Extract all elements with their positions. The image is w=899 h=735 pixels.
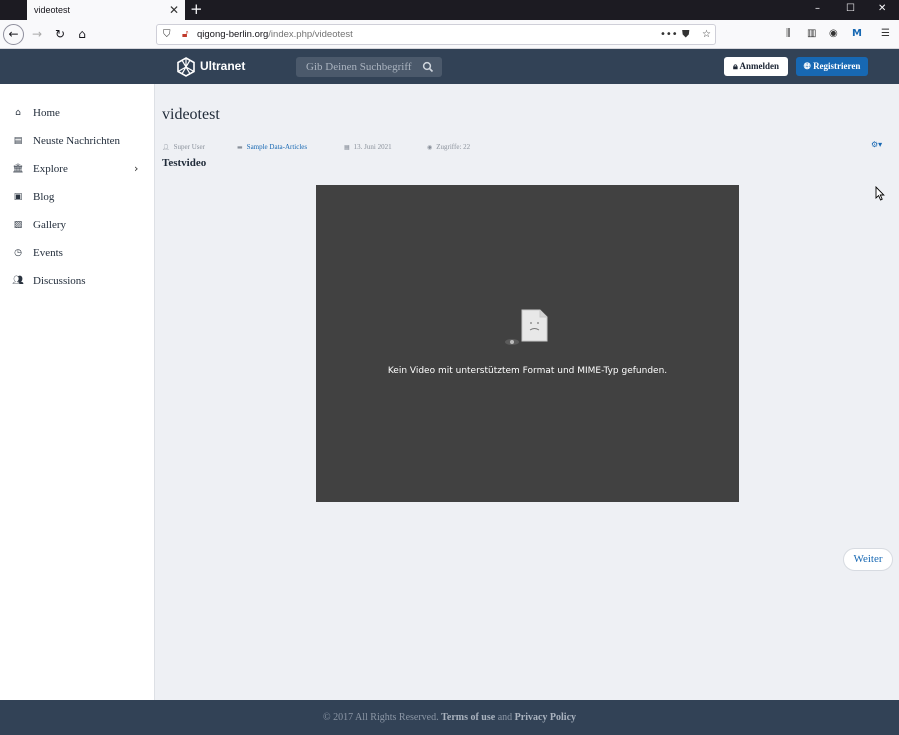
hits-count: Zugriffe: 22 bbox=[436, 143, 471, 151]
login-button[interactable]: 🔒︎ Anmelden bbox=[724, 57, 788, 76]
browser-toolbar: ← → ↻ ⌂ ⛉ 🔓︎ qigong-berlin.org/index.php… bbox=[0, 20, 899, 49]
lock-icon: 🔒︎ bbox=[732, 62, 738, 72]
meta-hits: ◉ Zugriffe: 22 bbox=[427, 142, 470, 153]
register-label: Registrieren bbox=[813, 61, 861, 71]
privacy-link[interactable]: Privacy Policy bbox=[515, 712, 576, 723]
search-icon[interactable] bbox=[422, 61, 434, 73]
meta-category: ▬ Sample Data-Articles bbox=[237, 142, 307, 153]
extension-icon[interactable]: M bbox=[852, 28, 862, 39]
ultranet-logo-icon[interactable] bbox=[176, 57, 196, 77]
url-host: qigong-berlin.org bbox=[197, 29, 269, 40]
brand-name[interactable]: Ultranet bbox=[200, 58, 245, 75]
publish-date: 13. Juni 2021 bbox=[353, 143, 392, 151]
search-input[interactable] bbox=[296, 57, 418, 77]
video-error-message: Kein Video mit unterstütztem Format und … bbox=[387, 366, 668, 376]
sidebar-item-news[interactable]: ▤ Neuste Nachrichten bbox=[0, 129, 154, 153]
mouse-cursor-icon bbox=[875, 186, 885, 201]
sidebar-item-blog[interactable]: ▣ Blog bbox=[0, 185, 154, 209]
sidebar-item-label: Home bbox=[33, 107, 60, 119]
blog-icon: ▣ bbox=[13, 192, 23, 202]
shield-icon[interactable]: ⛉ bbox=[163, 25, 171, 44]
account-icon[interactable]: ◉ bbox=[829, 28, 838, 39]
home-button[interactable]: ⌂ bbox=[72, 24, 92, 44]
next-button[interactable]: Weiter bbox=[843, 548, 893, 571]
meta-date: ▦ 13. Juni 2021 bbox=[344, 142, 392, 153]
site-header: Ultranet 🔒︎ Anmelden 🌐︎ Registrieren bbox=[0, 49, 899, 84]
site-footer: © 2017 All Rights Reserved. Terms of use… bbox=[0, 700, 899, 735]
article-options-gear-icon[interactable]: ⚙▾ bbox=[871, 140, 882, 149]
user-icon: 👤︎ bbox=[162, 144, 170, 151]
insecure-lock-icon[interactable]: 🔓︎ bbox=[182, 25, 188, 44]
sidebar-item-discussions[interactable]: 👥︎ Discussions bbox=[0, 269, 154, 293]
footer-and: and bbox=[497, 712, 513, 723]
url-bar[interactable]: ⛉ 🔓︎ qigong-berlin.org/index.php/videote… bbox=[156, 24, 716, 45]
page-title: videotest bbox=[162, 106, 220, 123]
close-window-button[interactable]: ✕ bbox=[878, 0, 886, 18]
bookmark-star-icon[interactable]: ☆ bbox=[702, 25, 711, 44]
url-path: /index.php/videotest bbox=[268, 29, 353, 40]
image-icon: ▨ bbox=[13, 220, 23, 230]
article-subtitle: Testvideo bbox=[162, 157, 207, 169]
minimize-button[interactable]: – bbox=[815, 0, 820, 18]
pocket-icon[interactable]: ⛊ bbox=[682, 25, 690, 44]
sidebar-item-explore[interactable]: 🏛︎ Explore › bbox=[0, 157, 154, 181]
globe-icon: 🌐︎ bbox=[803, 62, 811, 72]
reload-button[interactable]: ↻ bbox=[50, 24, 70, 44]
register-button[interactable]: 🌐︎ Registrieren bbox=[796, 57, 868, 76]
sidebar-item-label: Gallery bbox=[33, 219, 66, 231]
forward-button[interactable]: → bbox=[27, 24, 47, 44]
more-actions-icon[interactable]: ••• bbox=[660, 25, 678, 44]
folder-icon: ▬ bbox=[237, 144, 243, 151]
sidebar-item-label: Discussions bbox=[33, 275, 86, 287]
tab-title: videotest bbox=[34, 5, 71, 15]
newspaper-icon: ▤ bbox=[13, 136, 23, 146]
browser-tab[interactable]: videotest ✕ bbox=[27, 0, 185, 20]
new-tab-button[interactable]: + bbox=[190, 0, 203, 18]
category-link[interactable]: Sample Data-Articles bbox=[247, 143, 307, 151]
tab-close-icon[interactable]: ✕ bbox=[169, 0, 179, 20]
bank-icon: 🏛︎ bbox=[12, 164, 24, 174]
back-button[interactable]: ← bbox=[3, 24, 24, 45]
sidebar-item-label: Events bbox=[33, 247, 63, 259]
sidebar: ⌂ Home ▤ Neuste Nachrichten 🏛︎ Explore ›… bbox=[0, 84, 155, 700]
library-icon[interactable]: ⫼ bbox=[786, 28, 791, 39]
eye-icon: ◉ bbox=[427, 144, 433, 151]
menu-icon[interactable]: ☰ bbox=[881, 28, 890, 39]
sidebar-item-label: Neuste Nachrichten bbox=[33, 135, 121, 147]
sidebar-item-label: Blog bbox=[33, 191, 55, 203]
sidebar-item-gallery[interactable]: ▨ Gallery bbox=[0, 213, 154, 237]
clock-icon: ◷ bbox=[14, 248, 22, 258]
search-box bbox=[296, 57, 442, 77]
broken-media-icon bbox=[505, 309, 548, 345]
video-player[interactable]: Kein Video mit unterstütztem Format und … bbox=[316, 185, 739, 502]
terms-link[interactable]: Terms of use bbox=[441, 712, 495, 723]
author-name: Super User bbox=[173, 143, 205, 151]
meta-author: 👤︎ Super User bbox=[162, 142, 205, 153]
maximize-button[interactable]: ☐ bbox=[846, 0, 855, 18]
calendar-icon: ▦ bbox=[344, 144, 350, 151]
footer-copyright: © 2017 All Rights Reserved. bbox=[322, 712, 439, 723]
users-icon: 👥︎ bbox=[12, 276, 24, 286]
home-icon: ⌂ bbox=[15, 108, 21, 118]
sidebar-toggle-icon[interactable]: ▥ bbox=[807, 28, 816, 39]
browser-tab-bar: videotest ✕ + – ☐ ✕ bbox=[0, 0, 899, 20]
sidebar-item-label: Explore bbox=[33, 163, 68, 175]
sidebar-item-home[interactable]: ⌂ Home bbox=[0, 101, 154, 125]
login-label: Anmelden bbox=[739, 61, 780, 71]
chevron-right-icon: › bbox=[134, 162, 139, 175]
sidebar-item-events[interactable]: ◷ Events bbox=[0, 241, 154, 265]
